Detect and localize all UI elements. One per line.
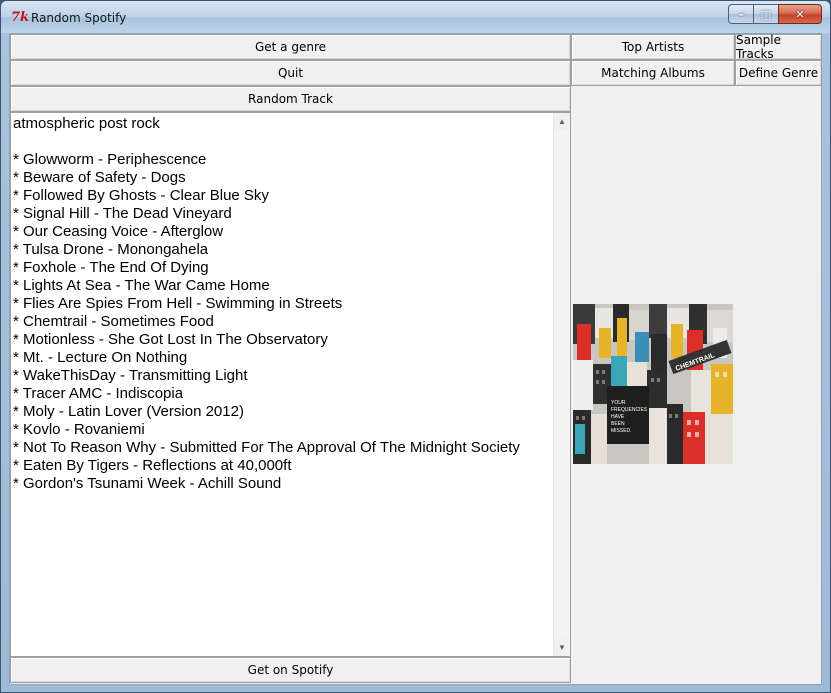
track-line: * Moly - Latin Lover (Version 2012) xyxy=(13,403,244,420)
sample-tracks-button[interactable]: Sample Tracks xyxy=(735,33,822,61)
track-line: * Our Ceasing Voice - Afterglow xyxy=(13,223,224,240)
track-line: * WakeThisDay - Transmitting Light xyxy=(13,367,248,384)
track-line: * Tracer AMC - Indiscopia xyxy=(13,385,184,402)
get-on-spotify-button[interactable]: Get on Spotify xyxy=(10,657,571,683)
scroll-up-arrow-icon[interactable]: ▲ xyxy=(554,113,570,130)
track-line: * Followed By Ghosts - Clear Blue Sky xyxy=(13,187,269,204)
title-bar[interactable]: 7k Random Spotify – □ ✕ xyxy=(1,1,830,33)
album-art: CHEMTRAIL YOUR FREQUENCIES HAVE BEEN MIS… xyxy=(573,304,733,464)
tk-feather-icon: 7k xyxy=(11,10,30,25)
window-title: Random Spotify xyxy=(31,11,127,25)
track-line: * Mt. - Lecture On Nothing xyxy=(13,349,188,366)
track-line: * Beware of Safety - Dogs xyxy=(13,169,186,186)
define-genre-button[interactable]: Define Genre xyxy=(735,60,822,86)
window-controls: – □ ✕ xyxy=(728,4,822,24)
track-line: * Flies Are Spies From Hell - Swimming i… xyxy=(13,295,343,312)
track-line: * Kovlo - Rovaniemi xyxy=(13,421,145,438)
album-line-3: HAVE xyxy=(611,414,625,420)
get-genre-button[interactable]: Get a genre xyxy=(10,34,571,60)
track-line: * Tulsa Drone - Monongahela xyxy=(13,241,209,258)
track-line: * Foxhole - The End Of Dying xyxy=(13,259,209,276)
output-text: atmospheric post rock * Glowworm - Perip… xyxy=(13,115,553,493)
track-line: * Signal Hill - The Dead Vineyard xyxy=(13,205,232,222)
minimize-button[interactable]: – xyxy=(728,4,753,24)
album-line-1: YOUR xyxy=(611,400,626,406)
close-icon: ✕ xyxy=(795,7,805,21)
client-area: Get a genre Top Artists Sample Tracks Qu… xyxy=(9,33,822,685)
output-textarea[interactable]: atmospheric post rock * Glowworm - Perip… xyxy=(10,112,571,657)
album-line-2: FREQUENCIES xyxy=(611,407,648,413)
maximize-button[interactable]: □ xyxy=(753,4,778,24)
maximize-icon: □ xyxy=(760,7,772,21)
track-line: * Chemtrail - Sometimes Food xyxy=(13,313,214,330)
track-line: * Motionless - She Got Lost In The Obser… xyxy=(13,331,328,348)
album-line-5: MISSED. xyxy=(611,428,632,434)
track-line: * Eaten By Tigers - Reflections at 40,00… xyxy=(13,457,292,474)
vertical-scrollbar[interactable]: ▲ ▼ xyxy=(553,113,570,656)
album-line-4: BEEN xyxy=(611,421,625,427)
album-art-image: CHEMTRAIL YOUR FREQUENCIES HAVE BEEN MIS… xyxy=(573,304,733,464)
close-button[interactable]: ✕ xyxy=(778,4,822,24)
random-track-button[interactable]: Random Track xyxy=(10,86,571,112)
app-window: 7k Random Spotify – □ ✕ Get a genre Top … xyxy=(0,0,831,693)
track-line: * Lights At Sea - The War Came Home xyxy=(13,277,270,294)
minimize-icon: – xyxy=(738,7,744,21)
top-artists-button[interactable]: Top Artists xyxy=(571,34,735,60)
scroll-down-arrow-icon[interactable]: ▼ xyxy=(554,639,570,656)
track-line: * Gordon's Tsunami Week - Achill Sound xyxy=(13,475,282,492)
genre-line: atmospheric post rock xyxy=(13,115,160,132)
matching-albums-button[interactable]: Matching Albums xyxy=(571,60,735,86)
track-line: * Glowworm - Periphescence xyxy=(13,151,207,168)
track-line: * Not To Reason Why - Submitted For The … xyxy=(13,439,520,456)
quit-button[interactable]: Quit xyxy=(10,60,571,86)
